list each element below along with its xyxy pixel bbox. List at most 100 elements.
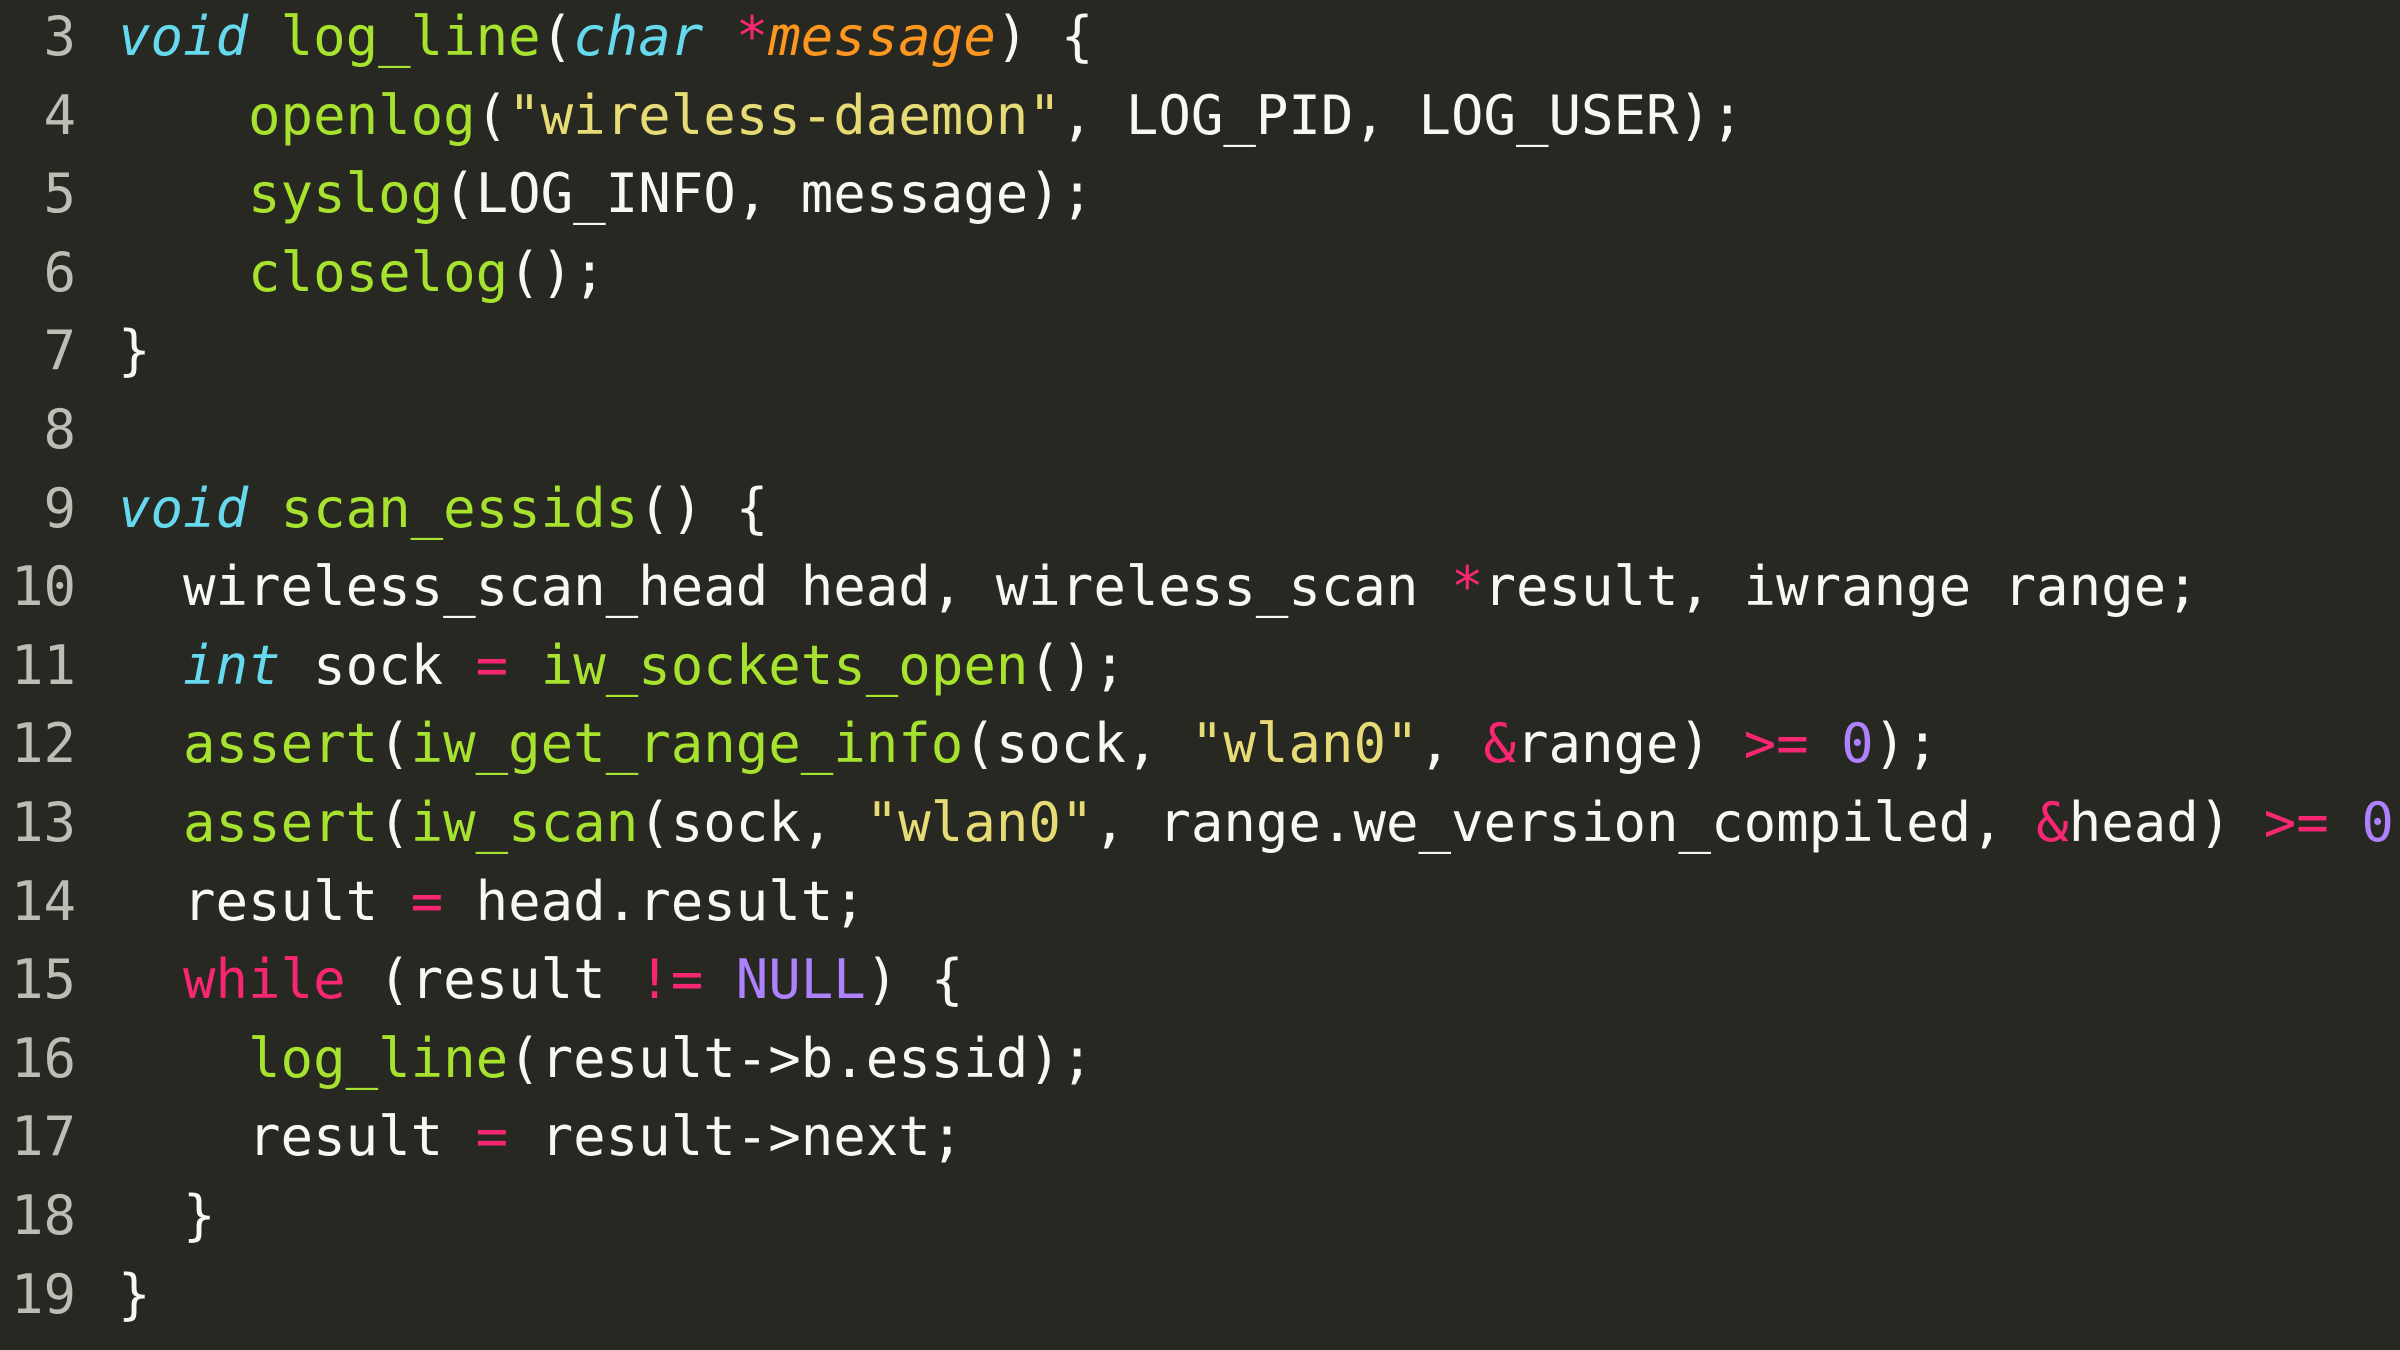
code-content: result = result->next; <box>76 1098 963 1176</box>
code-content: result = head.result; <box>76 863 866 941</box>
code-line[interactable]: 9 void scan_essids() { <box>0 470 768 548</box>
line-number: 7 <box>43 319 76 383</box>
code-line[interactable]: 14 result = head.result; <box>0 863 866 941</box>
code-token: , <box>1418 712 1484 776</box>
code-line[interactable]: 18 } <box>0 1177 216 1255</box>
code-editor[interactable]: 3 void log_line(char *message) {4 openlog… <box>0 0 2400 1350</box>
code-token: "wlan0" <box>865 791 1094 854</box>
line-number: 5 <box>43 162 76 226</box>
code-token: ( <box>540 5 574 68</box>
code-token: = <box>475 1105 509 1169</box>
line-number: 12 <box>10 712 76 776</box>
line-number: 13 <box>10 791 76 854</box>
code-line[interactable]: 19} <box>0 1256 151 1334</box>
code-line[interactable]: 5 syslog(LOG_INFO, message); <box>0 155 1093 233</box>
code-line[interactable]: 16 log_line(result->b.essid); <box>0 1020 1093 1098</box>
code-line[interactable]: 6 closelog(); <box>0 234 606 312</box>
code-content: closelog(); <box>76 234 606 312</box>
code-token: } <box>118 319 151 383</box>
code-line[interactable]: 7} <box>0 312 151 390</box>
code-token: ( <box>378 791 411 854</box>
line-number: 3 <box>43 5 76 68</box>
code-content: } <box>76 1177 216 1255</box>
code-token: openlog <box>248 83 476 147</box>
line-number: 11 <box>10 633 76 697</box>
code-content: } <box>76 312 151 390</box>
code-token: "wireless-daemon" <box>508 83 1061 147</box>
code-token: * <box>1450 555 1484 619</box>
code-line[interactable]: 8 <box>0 391 118 469</box>
code-content: assert(iw_scan(sock, "wlan0", range.we_v… <box>76 784 2400 862</box>
code-token: (result->b.essid); <box>508 1026 1094 1090</box>
code-token: ); <box>2394 791 2400 854</box>
code-token: ); <box>1873 712 1939 776</box>
code-token: (result <box>345 948 639 1012</box>
line-number: 19 <box>10 1262 76 1326</box>
code-line[interactable]: 17 result = result->next; <box>0 1098 963 1176</box>
code-line[interactable]: 10 wireless_scan_head head, wireless_sca… <box>0 548 2199 626</box>
code-token: (); <box>508 240 606 304</box>
code-line[interactable]: 11 int sock = iw_sockets_open(); <box>0 627 1126 705</box>
code-token: (); <box>1028 633 1126 697</box>
line-number: 9 <box>43 476 76 540</box>
code-token: >= <box>1743 712 1809 776</box>
code-token: syslog <box>248 162 444 226</box>
line-number: 4 <box>43 83 76 147</box>
code-token: = <box>475 633 509 697</box>
code-token: (sock, <box>638 791 866 854</box>
line-number: 14 <box>10 869 76 933</box>
code-token: = <box>410 869 444 933</box>
line-number: 8 <box>43 398 76 461</box>
code-line[interactable]: 13 assert(iw_scan(sock, "wlan0", range.w… <box>0 784 2400 862</box>
code-content: } <box>76 1256 151 1334</box>
code-line[interactable]: 4 openlog("wireless-daemon", LOG_PID, LO… <box>0 77 1744 155</box>
code-content <box>76 391 118 469</box>
code-token: void <box>118 5 249 68</box>
line-number: 16 <box>10 1026 76 1090</box>
code-token: ( <box>378 712 411 776</box>
code-token: * <box>735 5 769 68</box>
line-number: 15 <box>10 948 76 1012</box>
code-line[interactable]: 12 assert(iw_get_range_info(sock, "wlan0… <box>0 705 1939 783</box>
code-token: ( <box>475 83 509 147</box>
code-token: message <box>768 5 996 68</box>
code-content: int sock = iw_sockets_open(); <box>76 627 1126 705</box>
code-token: while <box>183 948 346 1012</box>
code-token: sock <box>280 633 476 697</box>
code-token: range) <box>1516 712 1744 776</box>
code-token: () { <box>638 476 769 540</box>
code-token: closelog <box>248 240 509 304</box>
code-token: iw_get_range_info <box>410 712 964 776</box>
code-token: head.result; <box>443 869 866 933</box>
code-content: assert(iw_get_range_info(sock, "wlan0", … <box>76 705 1939 783</box>
code-line[interactable]: 3 void log_line(char *message) { <box>0 0 1093 76</box>
code-content: openlog("wireless-daemon", LOG_PID, LOG_… <box>76 77 1744 155</box>
code-token: void <box>118 476 249 540</box>
code-token: (sock, <box>963 712 1191 776</box>
code-token: assert <box>183 791 379 854</box>
code-content: while (result != NULL) { <box>76 941 963 1019</box>
code-token: result->next; <box>508 1105 964 1169</box>
code-content: syslog(LOG_INFO, message); <box>76 155 1093 233</box>
code-token: , LOG_PID, LOG_USER); <box>1060 83 1744 147</box>
code-token: iw_sockets_open <box>540 633 1029 697</box>
code-line[interactable]: 15 while (result != NULL) { <box>0 941 963 1019</box>
line-number: 10 <box>10 555 76 619</box>
code-token: scan_essids <box>280 476 639 540</box>
code-token: log_line <box>280 5 541 68</box>
line-number: 18 <box>10 1184 76 1247</box>
